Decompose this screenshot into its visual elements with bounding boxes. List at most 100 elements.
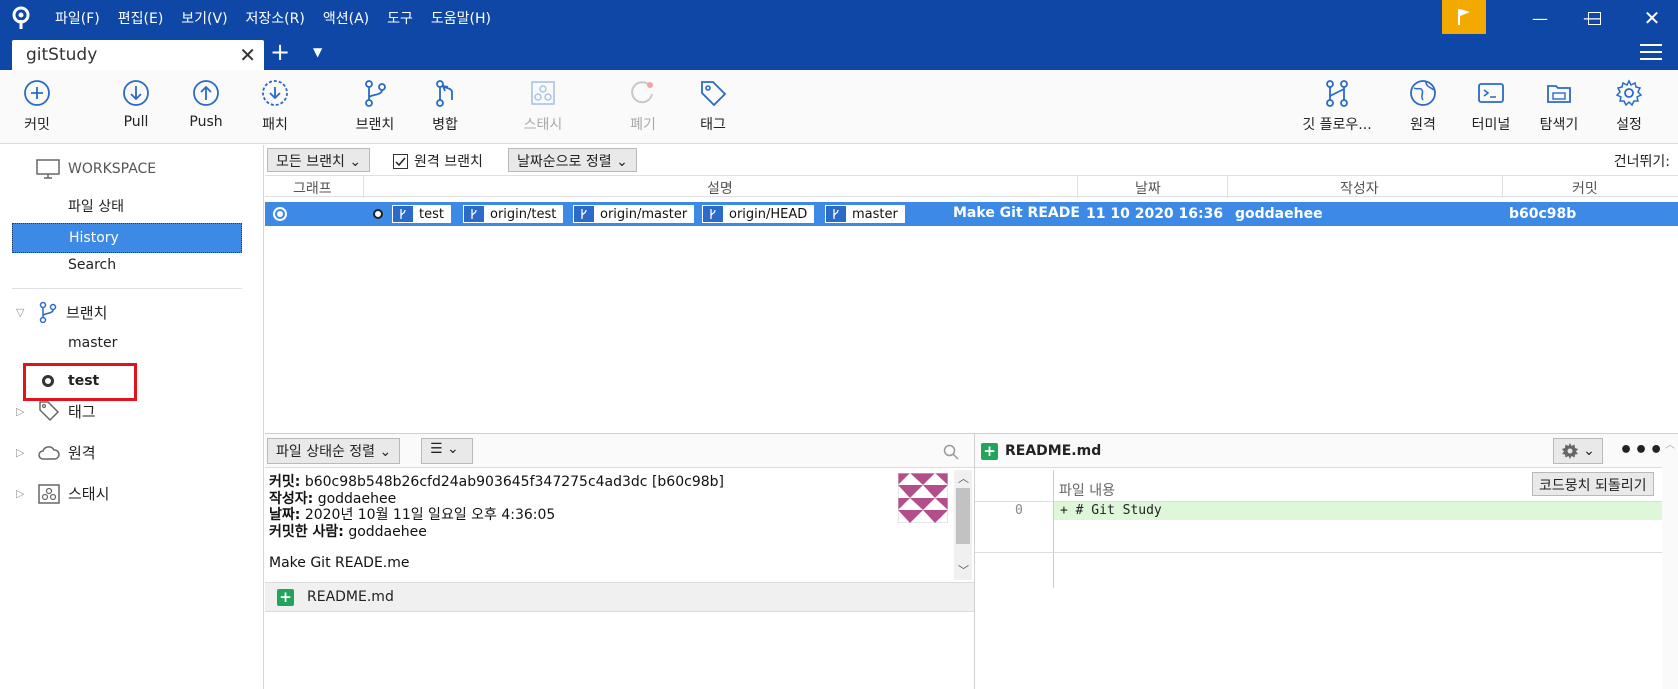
sidebar-item-branch-master[interactable]: master [68, 335, 117, 351]
sidebar-item-search[interactable]: Search [68, 257, 116, 273]
menu-repository[interactable]: 저장소(R) [246, 8, 305, 28]
explorer-button[interactable]: 탐색기 [1524, 78, 1594, 134]
discard-button[interactable]: 폐기 [608, 78, 678, 134]
menu-view[interactable]: 보기(V) [181, 8, 227, 28]
column-divider[interactable] [1502, 176, 1503, 198]
file-list-toolbar: 파일 상태순 정렬 ⌄ ☰ ⌄ [265, 434, 974, 468]
sidebar-section-branches[interactable]: ▽ 브랜치 [16, 301, 107, 323]
hunk-label: 파일 내용 [1059, 483, 1115, 499]
column-divider[interactable] [1077, 176, 1078, 198]
diff-file-name: README.md [1005, 443, 1102, 459]
commit-label: 커밋 [24, 117, 50, 133]
file-added-icon: + [981, 443, 998, 460]
branch-filter-dropdown[interactable]: 모든 브랜치 ⌄ [267, 148, 371, 172]
sidebar-item-branch-test[interactable]: test [42, 373, 99, 389]
branch-icon [833, 209, 839, 219]
column-description[interactable]: 설명 [707, 178, 733, 198]
author-label: 작성자: [269, 490, 314, 507]
sidebar-item-file-status[interactable]: 파일 상태 [68, 196, 124, 216]
discard-label: 폐기 [630, 117, 656, 133]
author-avatar [898, 473, 948, 523]
new-tab-button[interactable]: + [270, 38, 290, 66]
minimize-button-2[interactable]: — [1516, 0, 1564, 36]
terminal-button[interactable]: 터미널 [1456, 78, 1526, 134]
branch-label: 브랜치 [355, 117, 395, 133]
maximize-button[interactable] [1570, 0, 1618, 36]
scrollbar-thumb[interactable] [956, 488, 970, 544]
sidebar-section-tags[interactable]: ▷ 태그 [16, 400, 96, 422]
graph-node-icon [273, 207, 287, 221]
committer-label: 커밋한 사람: [269, 523, 344, 540]
search-icon[interactable] [943, 444, 959, 460]
tag-button[interactable]: 태그 [678, 78, 748, 134]
remote-branches-label: 원격 브랜치 [414, 154, 483, 170]
menu-tools[interactable]: 도구 [387, 8, 413, 28]
details-scrollbar[interactable]: ︿ ﹀ [954, 470, 972, 580]
tab-close-icon[interactable]: ✕ [239, 43, 256, 67]
pull-button[interactable]: Pull [101, 78, 171, 130]
git-flow-button[interactable]: 깃 플로우... [1302, 78, 1372, 134]
changed-file-row[interactable]: + README.md [265, 582, 974, 612]
stash-icon [531, 81, 555, 105]
globe-icon [1410, 80, 1436, 106]
scroll-up-icon[interactable]: ︿ [958, 470, 969, 486]
commit-author: goddaehee [1235, 206, 1323, 222]
date-label: 날짜: [269, 507, 301, 523]
merge-button[interactable]: 병합 [410, 78, 480, 134]
maximize-icon [1587, 11, 1601, 25]
file-sort-dropdown[interactable]: 파일 상태순 정렬 ⌄ [267, 438, 401, 464]
ref-name: master [852, 206, 898, 222]
remote-branches-checkbox[interactable]: 원격 브랜치 [393, 151, 483, 171]
tab-dropdown-icon[interactable]: ▼ [313, 45, 322, 59]
column-commit[interactable]: 커밋 [1572, 178, 1598, 198]
sidebar-item-history[interactable]: History [12, 223, 242, 253]
column-date[interactable]: 날짜 [1135, 178, 1161, 198]
sidebar-divider [12, 288, 242, 289]
push-button[interactable]: Push [171, 78, 241, 130]
terminal-icon [1478, 83, 1504, 103]
remote-button[interactable]: 원격 [1388, 78, 1458, 134]
column-author[interactable]: 작성자 [1340, 178, 1379, 198]
ref-name: origin/HEAD [729, 206, 808, 222]
menu-file[interactable]: 파일(F) [55, 8, 100, 28]
menu-edit[interactable]: 편집(E) [118, 8, 164, 28]
patch-button[interactable]: 패치 [240, 78, 310, 134]
branches-label: 브랜치 [66, 303, 108, 322]
column-graph[interactable]: 그래프 [293, 178, 332, 198]
hamburger-menu-icon[interactable] [1640, 43, 1662, 61]
branch-button[interactable]: 브랜치 [340, 78, 410, 134]
branch-icon [39, 301, 57, 323]
sourcetree-logo-icon [12, 6, 30, 29]
sidebar-section-stashes[interactable]: ▷ 스태시 [16, 483, 109, 504]
explorer-label: 탐색기 [1539, 117, 1579, 133]
chevron-right-icon: ▷ [16, 487, 25, 500]
diff-added-line: + # Git Study [1054, 502, 1665, 520]
scroll-up-icon[interactable]: ︿ [1665, 436, 1675, 451]
sort-order-dropdown[interactable]: 날짜순으로 정렬 ⌄ [508, 148, 637, 172]
column-divider[interactable] [1227, 176, 1228, 198]
more-options-icon[interactable]: ••• [1619, 438, 1664, 463]
cloud-icon [38, 445, 60, 460]
notification-flag-button[interactable] [1442, 0, 1486, 34]
view-mode-dropdown[interactable]: ☰ ⌄ [421, 438, 473, 464]
commit-button[interactable]: 커밋 [2, 78, 72, 134]
merge-icon [436, 80, 453, 107]
sidebar-section-remotes[interactable]: ▷ 원격 [16, 442, 96, 463]
column-divider[interactable] [363, 176, 364, 198]
menu-actions[interactable]: 액션(A) [323, 8, 369, 28]
stash-button[interactable]: 스태시 [508, 78, 578, 134]
tab-repository[interactable]: gitStudy ✕ [12, 40, 264, 70]
close-icon: ✕ [1643, 6, 1661, 30]
committer-value: goddaehee [348, 523, 427, 540]
revert-hunk-button[interactable]: 코드뭉치 되돌리기 [1532, 472, 1654, 496]
diff-options-dropdown[interactable]: ⌄ [1553, 438, 1603, 464]
tab-title: gitStudy [26, 45, 98, 65]
tag-icon [701, 81, 727, 107]
diff-scrollbar[interactable]: ︿ [1662, 434, 1678, 689]
settings-button[interactable]: 설정 [1594, 78, 1664, 134]
menu-help[interactable]: 도움말(H) [431, 8, 491, 28]
scroll-down-icon[interactable]: ﹀ [958, 562, 969, 578]
commit-id-value: b60c98b548b26cfd24ab903645f347275c4ad3dc… [304, 474, 724, 490]
commit-row[interactable]: test origin/test origin/master origin/HE… [265, 202, 1678, 226]
close-window-button[interactable]: ✕ [1628, 0, 1676, 36]
